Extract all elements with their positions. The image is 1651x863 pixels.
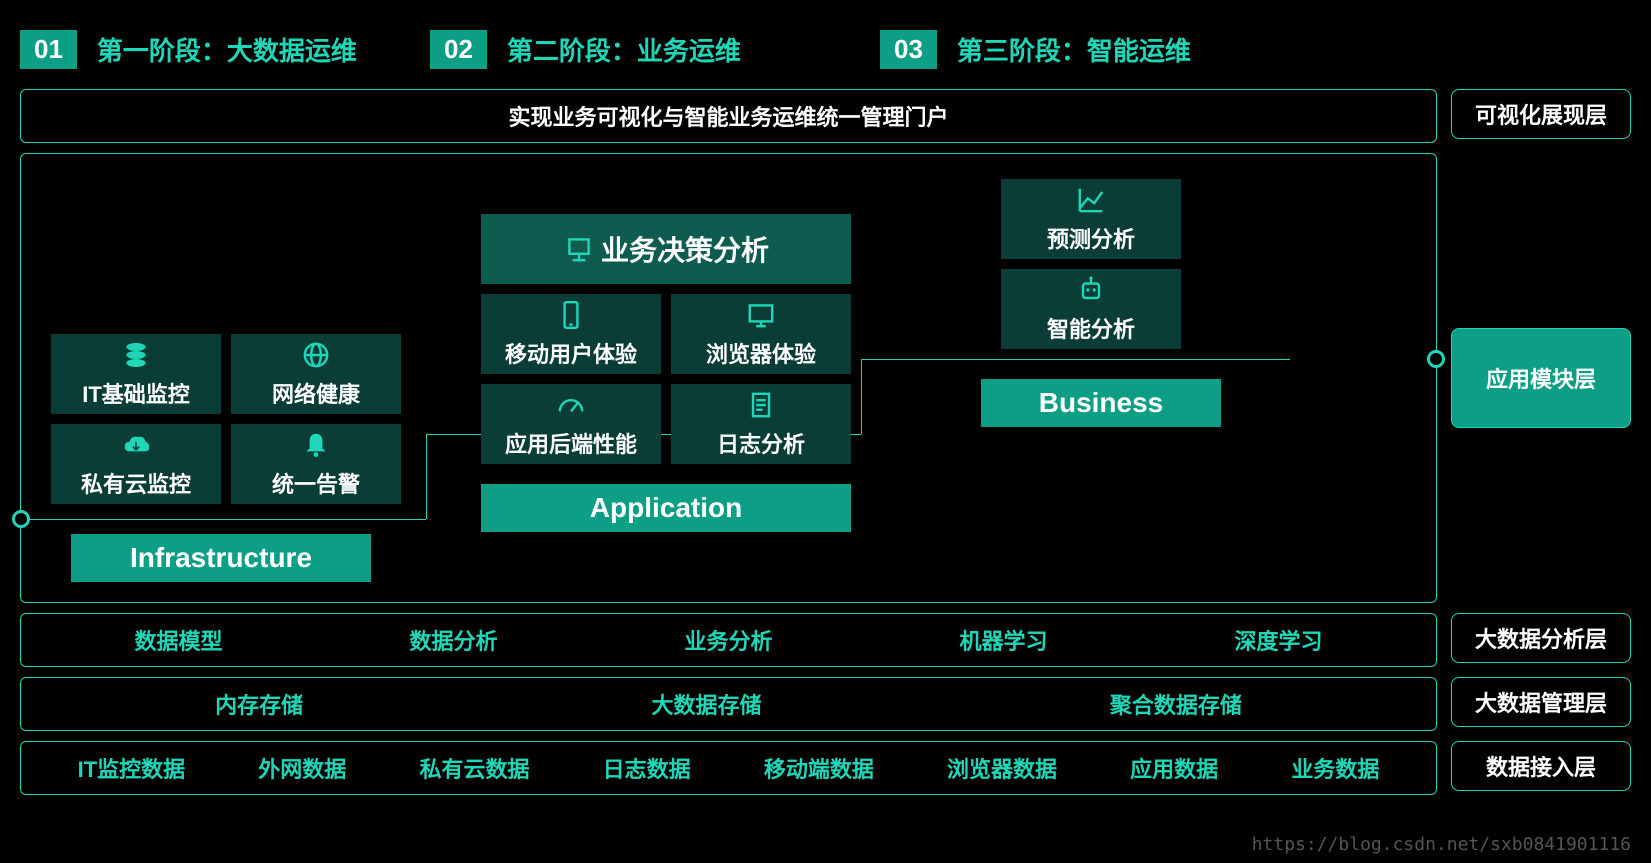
mgmt-item: 大数据存储 <box>651 688 761 720</box>
access-item: 私有云数据 <box>419 752 529 784</box>
mobile-icon <box>555 299 587 331</box>
phase-num-3: 03 <box>880 30 937 69</box>
step-dot-end <box>1427 350 1445 368</box>
phase-num-2: 02 <box>430 30 487 69</box>
document-icon <box>745 389 777 421</box>
stage-business: Business <box>981 379 1221 427</box>
phase-1: 01 第一阶段：大数据运维 <box>20 30 420 69</box>
access-band: IT监控数据 外网数据 私有云数据 日志数据 移动端数据 浏览器数据 应用数据 … <box>20 741 1437 795</box>
globe-icon <box>300 339 332 371</box>
phase-row: 01 第一阶段：大数据运维 02 第二阶段：业务运维 03 第三阶段：智能运维 <box>20 30 1631 69</box>
access-item: 移动端数据 <box>764 752 874 784</box>
card-cloud-label: 私有云监控 <box>81 467 191 499</box>
card-browser-label: 浏览器体验 <box>706 337 816 369</box>
presentation-icon <box>563 233 595 265</box>
analysis-item: 机器学习 <box>959 624 1047 656</box>
access-item: 业务数据 <box>1291 752 1379 784</box>
app-module-area: IT基础监控 网络健康 私有云监控 统一告警 Infrastructure 业务… <box>20 153 1437 603</box>
step-vline-2 <box>861 359 862 434</box>
chart-line-icon <box>1075 184 1107 216</box>
monitor-icon <box>745 299 777 331</box>
phase-label-1: 第一阶段：大数据运维 <box>97 31 357 68</box>
stage-infrastructure: Infrastructure <box>71 534 371 582</box>
phase-2: 02 第二阶段：业务运维 <box>430 30 870 69</box>
card-mobile: 移动用户体验 <box>481 294 661 374</box>
side-label-analysis: 大数据分析层 <box>1451 613 1631 663</box>
stage-application: Application <box>481 484 851 532</box>
card-alert-label: 统一告警 <box>272 467 360 499</box>
side-label-access: 数据接入层 <box>1451 741 1631 791</box>
phase-label-2: 第二阶段：业务运维 <box>507 31 741 68</box>
side-label-mgmt: 大数据管理层 <box>1451 677 1631 727</box>
database-icon <box>120 339 152 371</box>
card-it-monitor: IT基础监控 <box>51 334 221 414</box>
card-backend: 应用后端性能 <box>481 384 661 464</box>
card-backend-label: 应用后端性能 <box>505 427 637 459</box>
card-alert: 统一告警 <box>231 424 401 504</box>
card-network-label: 网络健康 <box>272 377 360 409</box>
side-label-vis: 可视化展现层 <box>1451 89 1631 139</box>
cloud-icon <box>120 429 152 461</box>
analysis-band: 数据模型 数据分析 业务分析 机器学习 深度学习 <box>20 613 1437 667</box>
mgmt-item: 聚合数据存储 <box>1110 688 1242 720</box>
robot-icon <box>1075 274 1107 306</box>
analysis-item: 数据模型 <box>134 624 222 656</box>
card-mobile-label: 移动用户体验 <box>505 337 637 369</box>
card-cloud: 私有云监控 <box>51 424 221 504</box>
card-network: 网络健康 <box>231 334 401 414</box>
phase-3: 03 第三阶段：智能运维 <box>880 30 1191 69</box>
analysis-item: 数据分析 <box>409 624 497 656</box>
step-dot-start <box>12 510 30 528</box>
phase-label-3: 第三阶段：智能运维 <box>957 31 1191 68</box>
watermark: https://blog.csdn.net/sxb0841901116 <box>1252 834 1631 855</box>
card-predict: 预测分析 <box>1001 179 1181 259</box>
analysis-item: 业务分析 <box>684 624 772 656</box>
access-item: IT监控数据 <box>78 752 186 784</box>
card-browser: 浏览器体验 <box>671 294 851 374</box>
step-line-3 <box>861 359 1290 360</box>
mgmt-item: 内存存储 <box>215 688 303 720</box>
side-label-app: 应用模块层 <box>1451 328 1631 428</box>
card-log-label: 日志分析 <box>717 427 805 459</box>
access-item: 浏览器数据 <box>947 752 1057 784</box>
card-decision: 业务决策分析 <box>481 214 851 284</box>
step-line-1 <box>21 519 426 520</box>
card-it-monitor-label: IT基础监控 <box>82 377 190 409</box>
access-item: 应用数据 <box>1130 752 1218 784</box>
access-item: 日志数据 <box>603 752 691 784</box>
bell-icon <box>300 429 332 461</box>
card-predict-label: 预测分析 <box>1047 222 1135 254</box>
analysis-item: 深度学习 <box>1234 624 1322 656</box>
visualization-band-text: 实现业务可视化与智能业务运维统一管理门户 <box>508 100 948 132</box>
step-vline-1 <box>426 434 427 519</box>
gauge-icon <box>555 389 587 421</box>
card-decision-label: 业务决策分析 <box>601 229 769 269</box>
access-item: 外网数据 <box>258 752 346 784</box>
visualization-band: 实现业务可视化与智能业务运维统一管理门户 <box>20 89 1437 143</box>
card-smart-label: 智能分析 <box>1047 312 1135 344</box>
card-smart: 智能分析 <box>1001 269 1181 349</box>
card-log: 日志分析 <box>671 384 851 464</box>
phase-num-1: 01 <box>20 30 77 69</box>
mgmt-band: 内存存储 大数据存储 聚合数据存储 <box>20 677 1437 731</box>
